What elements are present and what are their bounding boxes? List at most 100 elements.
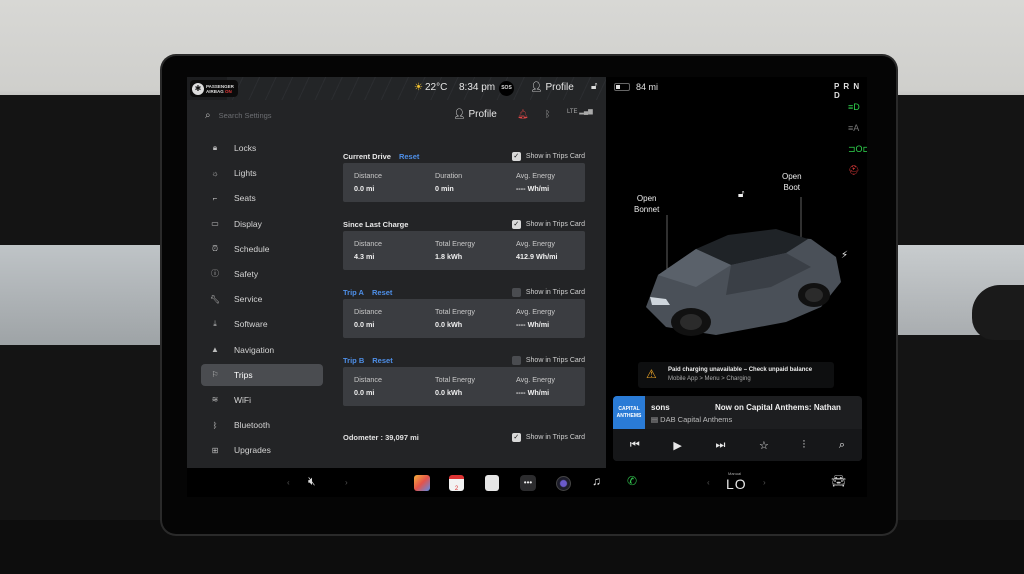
sidebar-item-label: Trips xyxy=(234,369,253,380)
search-icon[interactable]: ⌕ xyxy=(839,439,845,452)
checkbox-checked[interactable]: ✓ xyxy=(511,152,521,161)
auto-headlights-icon: ≡A xyxy=(848,123,860,133)
sidebar-item-display[interactable]: ▭ Display xyxy=(201,213,323,235)
bottom-dock: ‹ 🔇︎ › 2 ••• ♫ ✆ ‹ Manual LO › 🚘︎ xyxy=(187,468,867,497)
stat-distance: Distance 0.0 mi xyxy=(354,171,382,193)
previous-track-icon[interactable]: ⏮︎ xyxy=(630,439,640,452)
equalizer-icon[interactable]: ⫶ xyxy=(803,439,806,452)
checkbox-checked[interactable]: ✓ xyxy=(511,220,521,229)
stat-value: 0.0 mi xyxy=(354,388,375,397)
notes-app-icon[interactable] xyxy=(485,475,499,491)
stat-label: Avg. Energy xyxy=(516,239,556,248)
sidebar-item-schedule[interactable]: ⏰︎ Schedule xyxy=(201,238,323,260)
climate-temperature[interactable]: LO xyxy=(726,476,747,492)
stat-label: Total Energy xyxy=(435,239,475,248)
sidebar-item-seats[interactable]: ⌐ Seats xyxy=(201,187,323,209)
bell-icon[interactable]: 🔔︎ xyxy=(517,109,528,120)
stat-label: Distance xyxy=(354,171,382,180)
trip-stats-card: Distance 0.0 mi Total Energy 0.0 kWh Avg. … xyxy=(343,299,585,338)
stat-value: ---- Wh/mi xyxy=(516,388,550,397)
trip-b-title: Trip B xyxy=(343,356,365,365)
sun-icon: ☀ xyxy=(414,82,423,93)
play-icon[interactable]: ▶ xyxy=(673,439,681,452)
now-playing-text: Now on Capital Anthems: Nathan xyxy=(715,403,841,412)
chevron-right-icon[interactable]: › xyxy=(763,478,766,487)
stat-avg-energy: Avg. Energy 412.9 Wh/mi xyxy=(516,239,558,261)
header-profile-button[interactable]: 👤︎ Profile xyxy=(453,109,497,120)
station-name: ▤ DAB Capital Anthems xyxy=(651,415,732,424)
sidebar-item-safety[interactable]: ⓘ Safety xyxy=(201,263,323,285)
clock: 8:34 pm xyxy=(459,82,496,93)
checkbox-unchecked[interactable] xyxy=(511,288,521,297)
show-in-trips-card-toggle[interactable]: Show in Trips Card xyxy=(511,288,585,297)
stat-label: Avg. Energy xyxy=(516,171,556,180)
sidebar-item-navigation[interactable]: ▲ Navigation xyxy=(201,339,323,361)
car-controls-icon[interactable]: 🚘︎ xyxy=(831,474,846,488)
show-in-trips-card-toggle[interactable]: Show in Trips Card xyxy=(511,356,585,365)
warning-path: Mobile App > Menu > Charging xyxy=(668,376,751,382)
stat-value: ---- Wh/mi xyxy=(516,320,550,329)
chevron-left-icon[interactable]: ‹ xyxy=(287,478,290,487)
stat-avg-energy: Avg. Energy ---- Wh/mi xyxy=(516,307,555,329)
airbag-icon: ✱ xyxy=(192,82,204,95)
charging-warning-banner[interactable]: ⚠ Paid charging unavailable – Check unpa… xyxy=(638,362,834,388)
header-profile-label: Profile xyxy=(468,109,497,120)
favorite-star-icon[interactable]: ☆ xyxy=(759,439,769,452)
next-track-icon[interactable]: ⏭︎ xyxy=(715,439,725,452)
sidebar-item-upgrades[interactable]: ⊞ Upgrades xyxy=(201,439,323,461)
window-left xyxy=(0,245,175,345)
section-title: Trip B Reset xyxy=(343,356,393,365)
stat-total-energy: Total Energy 0.0 kWh xyxy=(435,307,475,329)
more-apps-icon[interactable]: ••• xyxy=(520,475,536,491)
stat-avg-energy: Avg. Energy ---- Wh/mi xyxy=(516,171,555,193)
wrench-icon: 🔧︎ xyxy=(209,294,221,304)
volume-muted-icon[interactable]: 🔇︎ xyxy=(308,474,316,489)
chevron-left-icon[interactable]: ‹ xyxy=(707,478,710,487)
show-in-trips-card-toggle[interactable]: ✓ Show in Trips Card xyxy=(511,152,585,161)
sidebar-item-trips[interactable]: ⚐ Trips xyxy=(201,363,323,386)
odometer-show-in-trips-card-toggle[interactable]: ✓ Show in Trips Card xyxy=(511,433,585,442)
car-panel: 84 mi P R N D ≡D ≡A ⊐O⊏ ⛑︎ Open Bonnet O… xyxy=(606,77,867,468)
checkbox-checked[interactable]: ✓ xyxy=(511,433,521,442)
sidebar-item-label: Schedule xyxy=(234,243,270,254)
sidebar-item-wifi[interactable]: ≋ WiFi xyxy=(201,389,323,411)
sos-button[interactable]: SOS xyxy=(499,81,514,96)
chevron-right-icon[interactable]: › xyxy=(345,478,348,487)
stat-value: 0 min xyxy=(435,184,454,193)
calendar-app-icon[interactable]: 2 xyxy=(449,475,464,492)
status-profile-button[interactable]: 👤︎ Profile xyxy=(530,82,574,93)
trips-icon: ⚐ xyxy=(211,370,219,380)
stat-value: 0.0 mi xyxy=(354,184,375,193)
reset-trip-b-button[interactable]: Reset xyxy=(372,356,392,365)
show-in-trips-card-toggle[interactable]: ✓ Show in Trips Card xyxy=(511,220,585,229)
music-app-icon[interactable]: ♫ xyxy=(592,474,601,488)
bluetooth-status-icon[interactable]: ᛒ xyxy=(545,109,550,119)
sidebar-item-software[interactable]: ⤓ Software xyxy=(201,313,323,335)
sidebar-item-label: Software xyxy=(234,319,268,330)
toybox-app-icon[interactable] xyxy=(414,475,430,491)
stat-total-energy: Total Energy 1.8 kWh xyxy=(435,239,475,261)
sidebar-item-label: Lights xyxy=(234,168,257,179)
car-render[interactable] xyxy=(636,187,856,362)
reset-trip-a-button[interactable]: Reset xyxy=(372,288,392,297)
stat-label: Avg. Energy xyxy=(516,375,556,384)
stat-distance: Distance 4.3 mi xyxy=(354,239,382,261)
sidebar-item-label: WiFi xyxy=(234,394,251,405)
stat-value: 0.0 mi xyxy=(354,320,375,329)
sidebar-item-service[interactable]: 🔧︎ Service xyxy=(201,288,323,310)
gear-selector: P R N D xyxy=(834,82,861,100)
phone-app-icon[interactable]: ✆ xyxy=(627,474,637,488)
search-field[interactable]: ⌕ Search Settings xyxy=(205,110,272,121)
stat-distance: Distance 0.0 mi xyxy=(354,307,382,329)
checkbox-unchecked[interactable] xyxy=(511,356,521,365)
wifi-icon: ≋ xyxy=(211,395,219,405)
sidebar-item-lights[interactable]: ☼ Lights xyxy=(201,162,323,184)
sidebar-item-locks[interactable]: 🔒︎ Locks xyxy=(201,137,323,159)
camera-app-icon[interactable] xyxy=(556,476,571,491)
lte-label: LTE xyxy=(567,109,578,115)
album-art[interactable]: CAPITAL ANTHEMS xyxy=(613,396,645,429)
reset-current-drive-button[interactable]: Reset xyxy=(399,152,419,161)
sidebar-item-bluetooth[interactable]: ᛒ Bluetooth xyxy=(201,414,323,436)
lock-status-icon[interactable]: 🔓︎ xyxy=(591,81,597,92)
status-profile-label: Profile xyxy=(545,82,574,93)
